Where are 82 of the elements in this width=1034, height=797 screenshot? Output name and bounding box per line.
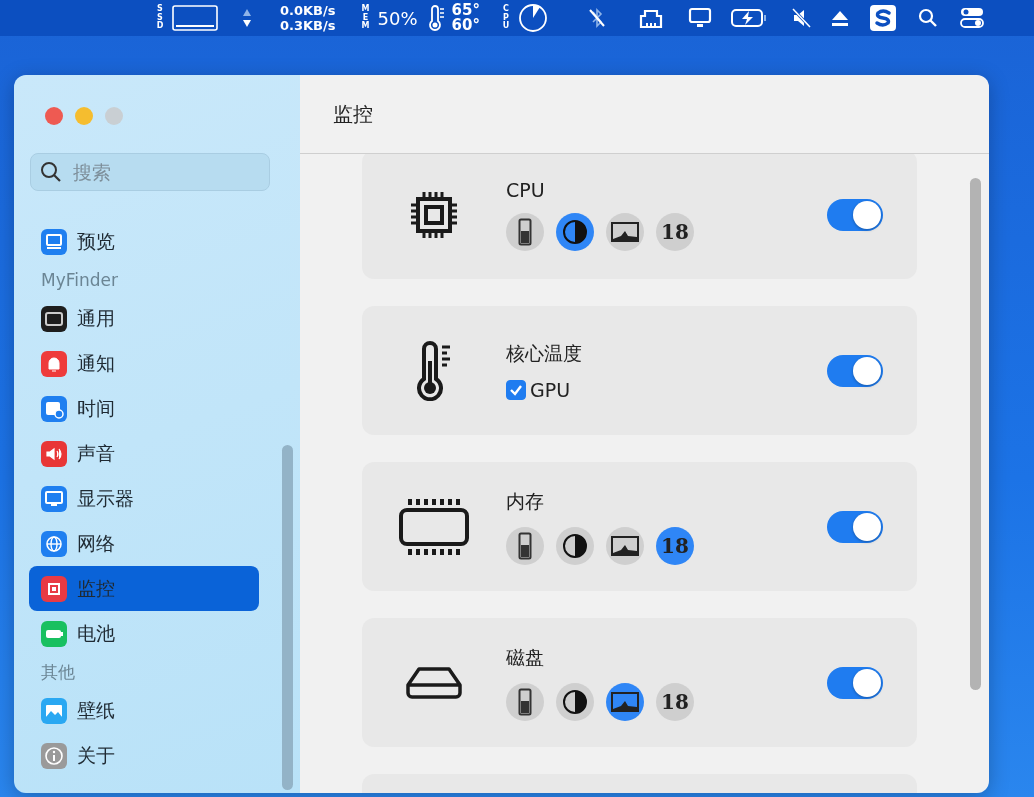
window-icon xyxy=(41,305,67,332)
close-button[interactable] xyxy=(45,107,63,125)
toggle-switch[interactable] xyxy=(827,354,883,387)
sidebar-item[interactable]: 通用 xyxy=(29,296,259,341)
number-style-button[interactable]: 18 xyxy=(656,526,694,565)
module-title: 磁盘 xyxy=(506,644,545,670)
sidebar-item[interactable]: 关于 xyxy=(29,733,259,778)
toggle-switch[interactable] xyxy=(827,666,883,699)
checkbox[interactable] xyxy=(506,379,526,400)
sidebar-item[interactable]: 电池 xyxy=(29,611,259,656)
sidebar-item[interactable]: 声音 xyxy=(29,431,259,476)
toggle-switch[interactable] xyxy=(827,198,883,231)
search-icon[interactable] xyxy=(917,8,938,28)
app-logo-icon[interactable] xyxy=(869,5,896,31)
style-button[interactable] xyxy=(606,526,644,565)
sidebar-item[interactable]: 时间 xyxy=(29,386,259,431)
laptop-icon xyxy=(41,228,67,255)
download-speed: 0.3KB/s xyxy=(280,18,336,33)
area-chart-icon xyxy=(611,221,639,242)
section-heading: 其他 xyxy=(40,661,76,684)
info-icon xyxy=(41,742,67,769)
search-icon xyxy=(40,161,62,183)
scrollbar-thumb[interactable] xyxy=(282,445,293,790)
memory-label: MEM xyxy=(361,5,370,31)
control-center-icon[interactable] xyxy=(959,7,984,29)
pie-icon xyxy=(562,688,588,715)
area-chart-icon xyxy=(611,535,639,556)
style-button[interactable] xyxy=(606,682,644,721)
picture-icon xyxy=(41,697,67,724)
chip-icon xyxy=(41,575,67,602)
section-heading: MyFinder xyxy=(40,269,119,292)
up-down-arrows-icon xyxy=(242,7,252,29)
disk-usage-icon xyxy=(172,5,218,31)
sidebar-item[interactable]: 显示器 xyxy=(29,476,259,521)
battery-charging-icon[interactable] xyxy=(729,7,768,29)
style-button[interactable] xyxy=(606,212,644,251)
toggle-switch[interactable] xyxy=(827,510,883,543)
calendar-clock-icon xyxy=(41,395,67,422)
module-title: CPU xyxy=(506,178,546,201)
cpu-pie-icon xyxy=(517,3,548,33)
number-style-button[interactable]: 18 xyxy=(656,212,694,251)
style-button[interactable] xyxy=(556,682,594,721)
search-field[interactable]: 搜索 xyxy=(30,153,270,191)
style-button[interactable] xyxy=(506,682,544,721)
page-title: 监控 xyxy=(333,100,373,128)
monitor-icon xyxy=(41,485,67,512)
cpu-label: CPU xyxy=(501,5,510,31)
style-button[interactable] xyxy=(506,212,544,251)
battery-icon xyxy=(41,620,67,647)
sidebar-item[interactable]: 通知 xyxy=(29,341,259,386)
area-chart-icon xyxy=(611,691,639,712)
temperature-reading: 60° xyxy=(451,18,480,33)
sidebar-item[interactable]: 预览 xyxy=(29,219,259,264)
battery-bar-icon xyxy=(518,687,532,716)
drive-icon xyxy=(405,665,463,700)
ssd-label: SSD xyxy=(156,5,164,31)
number-style-button[interactable]: 18 xyxy=(656,682,694,721)
pie-icon xyxy=(562,532,588,559)
style-button[interactable] xyxy=(556,526,594,565)
gpu-checkbox[interactable]: GPU xyxy=(506,378,571,401)
module-title: 核心温度 xyxy=(506,340,583,366)
style-button[interactable] xyxy=(556,212,594,251)
thermometer-icon xyxy=(427,5,446,31)
speaker-muted-icon[interactable] xyxy=(789,7,812,29)
memory-usage: 50% xyxy=(377,7,418,29)
style-button[interactable] xyxy=(506,526,544,565)
temperature-reading: 65° xyxy=(451,3,480,18)
scrollbar-thumb[interactable] xyxy=(970,178,981,690)
battery-bar-icon xyxy=(518,531,532,560)
monitor-icon[interactable] xyxy=(687,7,712,29)
eject-icon[interactable] xyxy=(829,9,850,27)
pie-icon xyxy=(562,218,588,245)
module-title: 内存 xyxy=(506,488,545,514)
globe-icon xyxy=(41,530,67,557)
battery-bar-icon xyxy=(518,217,532,246)
sidebar-item[interactable]: 壁纸 xyxy=(29,688,259,733)
speaker-icon xyxy=(41,440,67,467)
bluetooth-off-icon[interactable] xyxy=(587,7,606,29)
ethernet-icon[interactable] xyxy=(637,7,664,29)
sidebar-item[interactable]: 网络 xyxy=(29,521,259,566)
bell-icon xyxy=(41,350,67,377)
upload-speed: 0.0KB/s xyxy=(280,3,336,18)
